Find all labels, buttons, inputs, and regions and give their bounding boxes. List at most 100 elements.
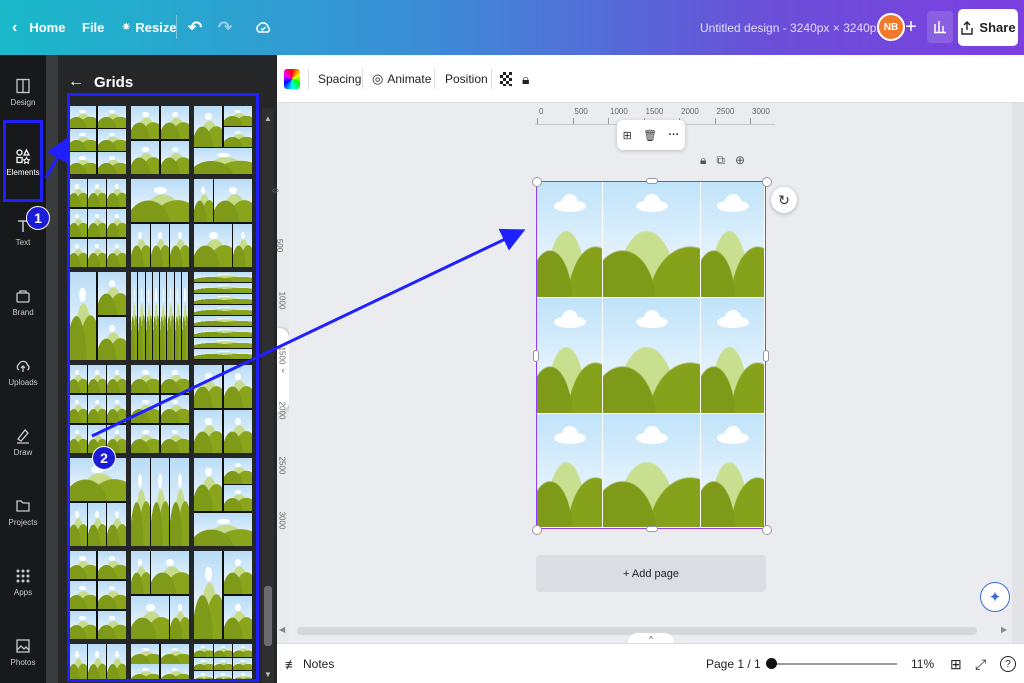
resize-handle-side[interactable] [646, 178, 658, 184]
panel-header: ← Grids [68, 68, 133, 96]
rail-item-uploads[interactable]: Uploads [0, 341, 46, 403]
page-grid-cell[interactable] [537, 298, 602, 413]
fullscreen-icon[interactable]: ⤢ [975, 644, 986, 683]
resize-handle-side[interactable] [533, 350, 539, 362]
save-status-icon[interactable] [254, 0, 272, 55]
rail-item-photos[interactable]: Photos [0, 621, 46, 683]
rail-item-draw[interactable]: Draw [0, 411, 46, 473]
ruler-tick-label: 500 [574, 107, 588, 116]
spacing-label: Spacing [318, 72, 362, 86]
divider [434, 69, 435, 89]
annotation-highlight-elements [3, 120, 43, 202]
rail-item-design[interactable]: Design [0, 61, 46, 123]
more-icon[interactable]: ··· [668, 129, 679, 141]
zoom-slider-handle[interactable] [766, 658, 777, 669]
scroll-left-icon[interactable]: ◀ [279, 625, 285, 634]
page-grid-cell[interactable] [603, 298, 700, 413]
annotation-step-1: 1 [26, 206, 50, 230]
home-label: Home [29, 20, 66, 35]
panel-scrollbar[interactable]: ▲ ▼ [262, 108, 274, 683]
editor-toolbar: Spacing ◎ Animate Position 🔒︎ [277, 55, 1024, 103]
scroll-thumb[interactable] [264, 586, 272, 646]
color-picker[interactable] [284, 55, 300, 103]
bottom-bar: ≢ Notes Page 1 / 1 11% ⊞ ⤢ ? [277, 643, 1024, 683]
duplicate-page-icon[interactable]: ⧉ [716, 153, 725, 173]
zoom-level[interactable]: 11% [911, 644, 934, 683]
ruler-tick-mark [750, 118, 751, 124]
rail-label-uploads: Uploads [8, 377, 38, 387]
rail-label-design: Design [10, 97, 36, 107]
cloud-icon [717, 426, 749, 444]
add-element-icon[interactable]: ⊞ [623, 129, 632, 142]
canvas-vertical-scrollbar[interactable] [1012, 103, 1024, 643]
animate-button[interactable]: ◎ Animate [372, 55, 431, 103]
cloud-icon [717, 194, 749, 212]
design-page-grid[interactable] [532, 177, 772, 535]
page-grid-cell[interactable] [603, 182, 700, 297]
uploads-icon [16, 360, 30, 372]
apps-icon [16, 569, 30, 582]
page-lock-icon[interactable]: 🔒︎ [700, 153, 706, 173]
resize-button[interactable]: ✷ Resize [122, 0, 177, 55]
zoom-slider[interactable] [772, 663, 897, 665]
ruler-tick-mark [608, 118, 609, 124]
notes-icon: ≢ [285, 656, 298, 672]
rail-item-brand[interactable]: Brand [0, 271, 46, 333]
rotate-icon[interactable]: ↻ [771, 187, 797, 213]
page-indicator[interactable]: Page 1 / 1 [706, 644, 761, 683]
redo-icon[interactable]: ↷ [218, 0, 232, 55]
rail-label-text: Text [15, 237, 31, 247]
rail-item-projects[interactable]: Projects [0, 481, 46, 543]
spacing-button[interactable]: Spacing [318, 55, 361, 103]
rail-label-brand: Brand [12, 307, 34, 317]
rail-item-apps[interactable]: Apps [0, 551, 46, 613]
resize-handle-corner[interactable] [532, 525, 542, 535]
rail-label-projects: Projects [8, 517, 38, 527]
help-icon[interactable]: ? [1000, 644, 1016, 683]
draw-icon [17, 428, 29, 444]
divider [308, 69, 309, 89]
magic-assistant-icon[interactable]: ✦ [980, 582, 1010, 612]
page-grid-cell[interactable] [537, 414, 602, 527]
share-button[interactable]: Share [958, 9, 1018, 46]
lock-icon[interactable]: 🔒︎ [522, 55, 529, 103]
zoom-value: 11% [911, 657, 935, 671]
page-grid-cell[interactable] [537, 182, 602, 297]
file-menu[interactable]: File [82, 0, 104, 55]
file-label: File [82, 20, 105, 35]
add-page-icon[interactable]: ⊕ [735, 153, 745, 173]
resize-handle-side[interactable] [646, 526, 658, 532]
undo-icon[interactable]: ↶ [188, 0, 202, 55]
resize-handle-corner[interactable] [762, 525, 772, 535]
scroll-down-icon[interactable]: ▼ [262, 668, 274, 680]
page-grid-cell[interactable] [603, 414, 700, 527]
scroll-right-icon[interactable]: ▶ [1001, 625, 1007, 634]
top-bar: ‹ Home File ✷ Resize ↶ ↷ Untitled design… [0, 0, 1024, 55]
home-button[interactable]: ‹ Home [12, 0, 65, 55]
add-page-button[interactable]: + Add page [536, 555, 766, 592]
grid-view-icon[interactable]: ⊞ [950, 644, 962, 683]
page-grid-cell[interactable] [701, 414, 764, 527]
resize-handle-corner[interactable] [532, 177, 542, 187]
back-arrow-icon[interactable]: ← [68, 73, 84, 91]
page-actions: 🔒︎ ⧉ ⊕ [700, 153, 770, 173]
upload-icon [961, 20, 974, 35]
cloud-icon [717, 310, 749, 328]
design-icon [16, 78, 30, 93]
bar-chart-icon [934, 21, 946, 34]
resize-handle-side[interactable] [763, 350, 769, 362]
position-button[interactable]: Position [445, 55, 488, 103]
insights-button[interactable] [927, 11, 953, 43]
ruler-tick-label: 1000 [277, 291, 287, 310]
document-title[interactable]: Untitled design - 3240px × 3240px [700, 0, 882, 55]
page-grid-cell[interactable] [701, 182, 764, 297]
annotation-highlight-grids [67, 93, 259, 682]
notes-button[interactable]: ≢ Notes [285, 644, 334, 683]
transparency-icon[interactable] [500, 55, 512, 103]
resize-handle-corner[interactable] [762, 177, 772, 187]
scroll-up-icon[interactable]: ▲ [262, 112, 274, 124]
trash-icon[interactable]: 🗑︎ [643, 129, 657, 142]
position-label: Position [445, 72, 488, 86]
page-grid-cell[interactable] [701, 298, 764, 413]
add-collaborator-icon[interactable]: + [898, 13, 924, 41]
